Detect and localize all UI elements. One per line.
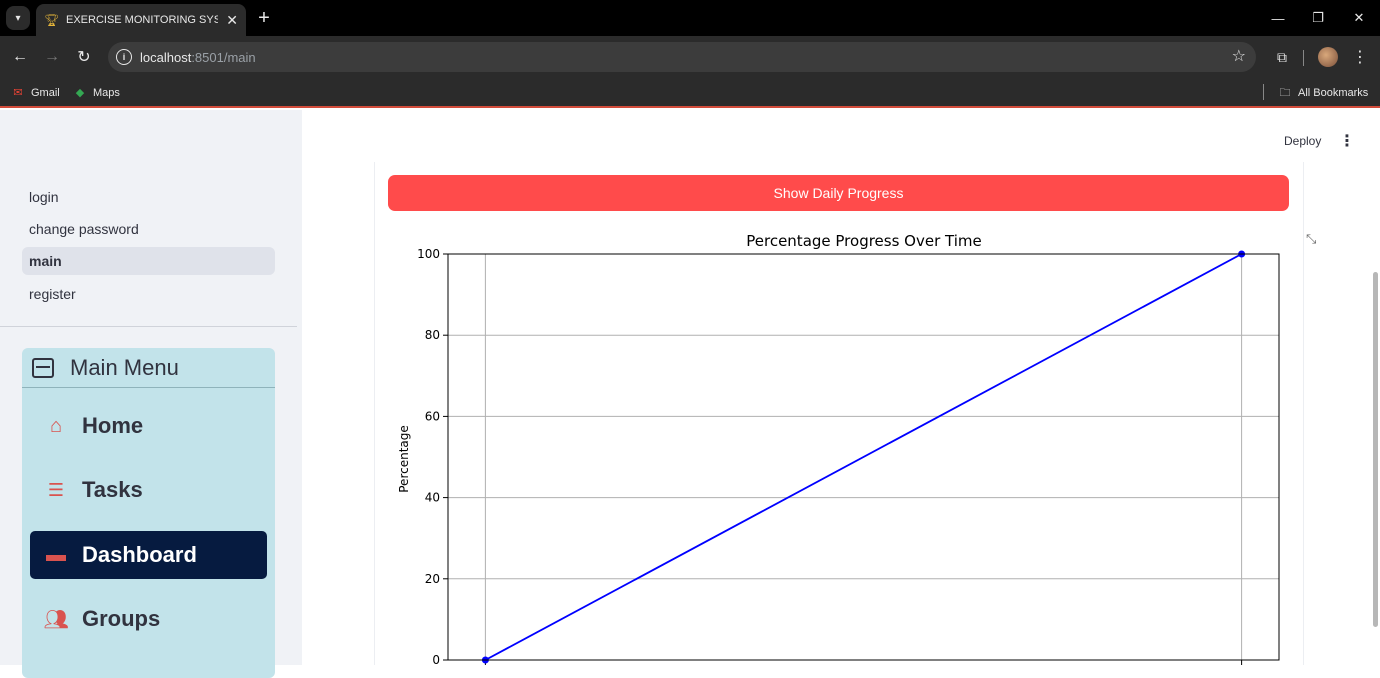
fullscreen-expand-icon[interactable]: ⤡ xyxy=(1306,231,1322,247)
all-bookmarks[interactable]: 🗀︎ All Bookmarks xyxy=(1278,84,1369,102)
trophy-favicon-icon: 🏆︎ xyxy=(44,13,60,27)
reload-icon[interactable]: ↻ xyxy=(72,45,96,69)
extensions-icon[interactable]: ⧉ xyxy=(1270,45,1294,69)
sidebar-page-main[interactable]: main xyxy=(22,247,275,275)
chart-y-ticks: 0 20 40 60 80 100 xyxy=(417,247,1243,665)
back-icon[interactable]: ← xyxy=(8,45,32,69)
app-menu-icon[interactable]: ⋮ xyxy=(1339,130,1355,152)
browser-tab-bar: ▾ 🏆︎ EXERCISE MONITORING SYSTEM ✕ + — ❐ … xyxy=(0,0,1380,36)
browser-toolbar: ← → ↻ i localhost:8501/main ☆ ⧉ ⋮ xyxy=(0,36,1380,78)
menu-item-dashboard[interactable]: ▬ Dashboard xyxy=(30,531,267,579)
chart-series-line xyxy=(484,253,1243,661)
main-menu-header: Main Menu xyxy=(22,348,275,388)
sidebar-divider xyxy=(0,326,297,327)
main-menu: Main Menu ⌂ Home ☰ Tasks ▬ Dashboard 👥︎ … xyxy=(22,348,275,678)
chart-y-axis-label: Percentage xyxy=(397,425,411,493)
site-info-icon[interactable]: i xyxy=(116,49,132,65)
gmail-icon: ✉ xyxy=(13,87,23,99)
bookmark-star-icon[interactable]: ☆ xyxy=(1232,46,1246,66)
sidebar-page-register[interactable]: register xyxy=(22,280,275,308)
url-text: localhost:8501/main xyxy=(140,49,256,65)
menu-item-groups[interactable]: 👥︎ Groups xyxy=(30,595,267,643)
chart-y-tick-label: 40 xyxy=(425,491,440,505)
page-scrollbar[interactable] xyxy=(1373,272,1378,627)
close-tab-icon[interactable]: ✕ xyxy=(226,12,238,29)
close-window-icon[interactable]: ✕ xyxy=(1347,6,1371,30)
restore-icon[interactable]: ❐ xyxy=(1306,6,1330,30)
chart-y-tick-label: 60 xyxy=(425,409,440,423)
bookmarks-divider xyxy=(1263,84,1264,100)
progress-chart: Percentage Progress Over Time Percentage… xyxy=(397,232,1280,665)
sidebar: login change password main register Main… xyxy=(0,110,302,678)
chart-y-tick-label: 0 xyxy=(432,653,440,665)
sidebar-page-change-password[interactable]: change password xyxy=(22,215,275,243)
tab-search-chevron-icon[interactable]: ▾ xyxy=(6,6,30,30)
profile-avatar[interactable] xyxy=(1318,47,1338,67)
chart-y-tick-label: 20 xyxy=(425,572,440,586)
chart-series xyxy=(481,250,1246,664)
monitor-icon: ▬ xyxy=(46,543,66,566)
browser-tab[interactable]: 🏆︎ EXERCISE MONITORING SYSTEM ✕ xyxy=(36,4,246,36)
forward-icon[interactable]: → xyxy=(40,45,64,69)
people-icon: 👥︎ xyxy=(43,608,69,631)
minimize-icon[interactable]: — xyxy=(1266,6,1290,30)
folder-icon: 🗀︎ xyxy=(1279,87,1291,99)
main-menu-title: Main Menu xyxy=(70,354,179,380)
bookmark-gmail[interactable]: ✉ Gmail xyxy=(11,84,59,102)
address-bar[interactable]: i localhost:8501/main ☆ xyxy=(108,42,1256,72)
chart-y-tick-label: 80 xyxy=(425,328,440,342)
menu-item-tasks[interactable]: ☰ Tasks xyxy=(30,466,267,514)
maps-icon: ◆ xyxy=(75,87,85,99)
sidebar-page-login[interactable]: login xyxy=(22,183,275,211)
home-icon: ⌂ xyxy=(49,414,63,437)
chart-title: Percentage Progress Over Time xyxy=(746,232,982,250)
list-icon: ☰ xyxy=(47,479,65,500)
menu-panel-icon xyxy=(32,357,54,378)
menu-item-home[interactable]: ⌂ Home xyxy=(30,402,267,450)
browser-menu-icon[interactable]: ⋮ xyxy=(1350,45,1370,69)
show-daily-progress-button[interactable]: Show Daily Progress xyxy=(388,175,1289,211)
chart-y-tick-label: 100 xyxy=(417,247,440,261)
bookmarks-bar: ✉ Gmail ◆ Maps 🗀︎ All Bookmarks xyxy=(0,78,1380,108)
tab-title: EXERCISE MONITORING SYSTEM xyxy=(66,14,219,26)
deploy-button[interactable]: Deploy xyxy=(1284,134,1321,148)
toolbar-divider xyxy=(1303,50,1304,66)
bookmark-maps[interactable]: ◆ Maps xyxy=(73,84,120,102)
new-tab-icon[interactable]: + xyxy=(252,6,276,30)
